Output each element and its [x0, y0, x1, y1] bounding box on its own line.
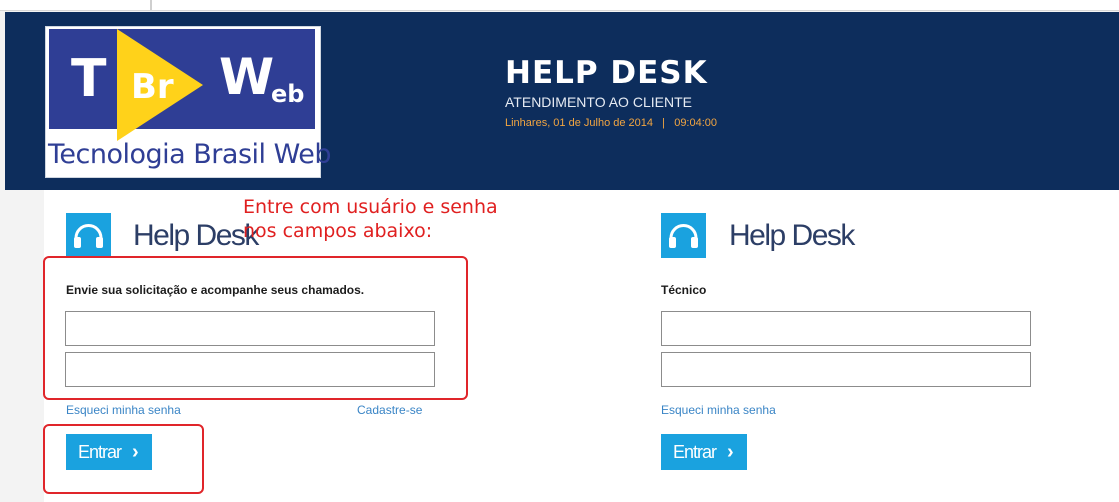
annotation-line-2: nos campos abaixo: [243, 220, 433, 242]
logo-letter-w: W [219, 48, 275, 106]
client-submit-label: Entrar [78, 442, 122, 462]
tech-panel-title: Help Desk [729, 219, 855, 252]
tech-forgot-password-link[interactable]: Esqueci minha senha [661, 403, 776, 417]
client-panel-title: Help Desk [133, 219, 259, 252]
header-datetime: Linhares, 01 de Julho de 2014 | 09:04:00 [505, 117, 718, 129]
client-forgot-password-link[interactable]: Esqueci minha senha [66, 403, 181, 417]
headset-icon [66, 213, 111, 258]
logo-tagline: Tecnologia Brasil Web [48, 139, 331, 170]
client-password-input[interactable] [65, 352, 435, 387]
tech-password-input[interactable] [661, 352, 1031, 387]
logo-letters-eb: eb [271, 80, 305, 108]
chevron-right-icon: › [727, 441, 734, 463]
tech-username-input[interactable] [661, 311, 1031, 346]
tech-description: Técnico [661, 283, 707, 297]
annotation-line-1: Entre com usuário e senha [243, 196, 498, 218]
tech-submit-label: Entrar [673, 442, 717, 462]
page-subtitle: ATENDIMENTO AO CLIENTE [505, 94, 692, 110]
divider [150, 0, 152, 10]
page-title: HELP DESK [505, 55, 708, 91]
register-link[interactable]: Cadastre-se [357, 403, 422, 417]
headset-icon [661, 213, 706, 258]
client-description: Envie sua solicitação e acompanhe seus c… [66, 283, 365, 297]
chevron-right-icon: › [132, 441, 139, 463]
logo-band: T Br W eb [49, 29, 315, 141]
client-submit-button[interactable]: Entrar › [66, 434, 152, 470]
instruction-annotation: Entre com usuário e senha nos campos aba… [243, 195, 498, 243]
company-logo: T Br W eb Tecnologia Brasil Web [45, 26, 331, 178]
client-username-input[interactable] [65, 311, 435, 346]
logo-letters-br: Br [131, 67, 174, 107]
top-bar [0, 0, 1119, 11]
tech-submit-button[interactable]: Entrar › [661, 434, 747, 470]
logo-letter-t: T [71, 49, 107, 109]
